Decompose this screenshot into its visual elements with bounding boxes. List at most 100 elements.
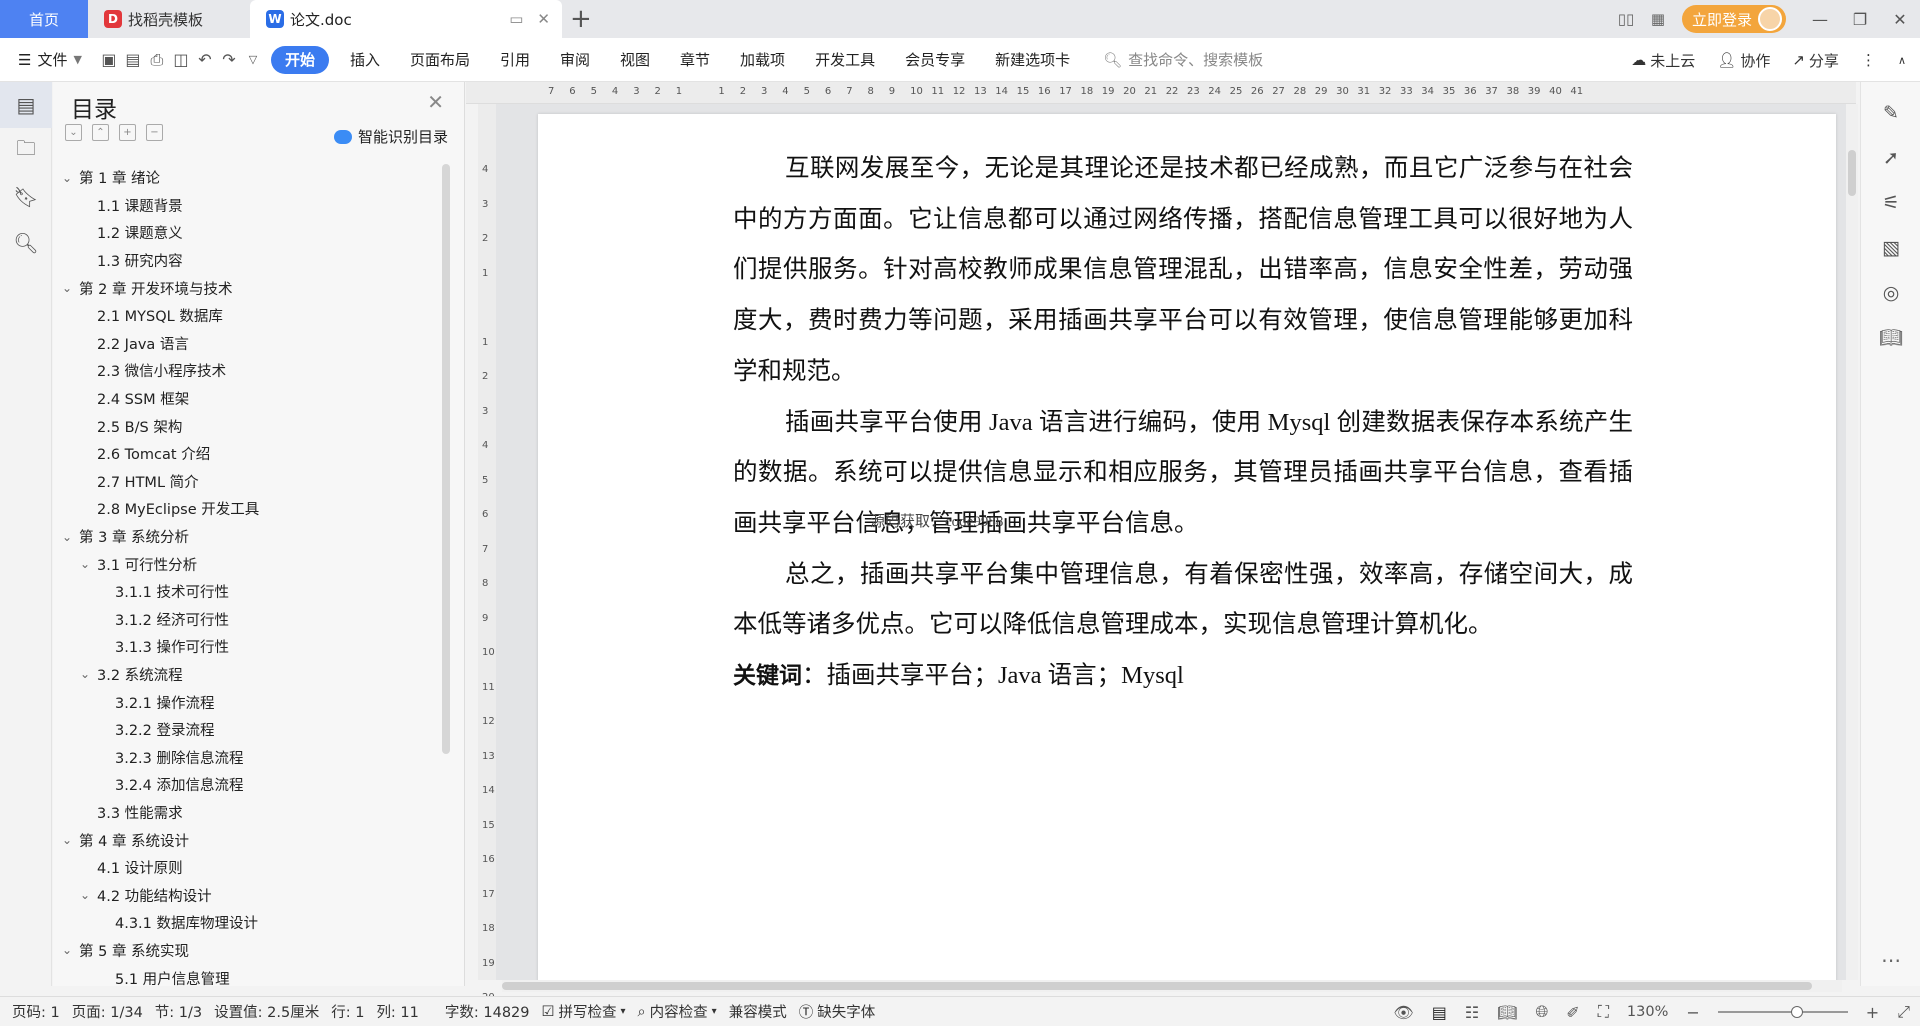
word-count[interactable]: 字数: 14829 [445,1001,530,1022]
fullscreen-icon[interactable]: ⤢ [1897,1002,1910,1022]
fit-page-icon[interactable]: ⛶ [1598,1002,1609,1022]
web-view-icon[interactable]: 🌐︎ [1535,1002,1548,1022]
read-view-icon[interactable]: 📖︎ [1497,1003,1517,1022]
toc-item[interactable]: 2.1 MYSQL 数据库 [53,302,443,330]
collaborate-button[interactable]: 👤︎ 协作 [1717,50,1770,71]
chevron-down-icon[interactable]: ⌄ [59,943,75,957]
tab-addins[interactable]: 加载项 [725,38,800,82]
horizontal-scroll-thumb[interactable] [502,982,1812,990]
more-icon[interactable]: ⋯ [1861,948,1920,972]
page-count[interactable]: 页面: 1/34 [72,1001,143,1022]
toc-item[interactable]: ⌄ 第 3 章 系统分析 [53,523,443,551]
tab-start[interactable]: 开始 [270,45,329,74]
vertical-ruler[interactable]: 43211234567891011121314151617181920 [478,104,496,1003]
toc-item[interactable]: ⌄ 4.2 功能结构设计 [53,881,443,909]
chevron-down-icon[interactable]: ⌄ [59,171,75,185]
collapse-all-icon[interactable]: ⌃ [92,124,109,141]
toc-item[interactable]: ⌄ 第 2 章 开发环境与技术 [53,274,443,302]
toc-item[interactable]: 2.5 B/S 架构 [53,412,443,440]
tab-chapter[interactable]: 章节 [665,38,725,82]
setting-value[interactable]: 设置值: 2.5厘米 [214,1001,319,1022]
toc-item[interactable]: 2.2 Java 语言 [53,330,443,358]
toc-item[interactable]: 2.3 微信小程序技术 [53,357,443,385]
undo-icon[interactable]: ↶ [193,48,217,72]
toc-item[interactable]: 2.4 SSM 框架 [53,385,443,413]
toc-item[interactable]: 1.2 课题意义 [53,219,443,247]
content-check-button[interactable]: ⌕ 内容检查 ▾ [638,1001,717,1022]
command-search-input[interactable]: 🔍︎ 查找命令、搜索模板 [1103,49,1263,70]
select-cursor-icon[interactable]: ➚ [1861,135,1920,180]
tab-developer[interactable]: 开发工具 [800,38,890,82]
print-preview-icon[interactable]: ◫ [169,48,193,72]
redo-icon[interactable]: ↷ [217,48,241,72]
tab-document[interactable]: W 论文.doc ▭ ✕ [250,0,562,38]
write-mode-icon[interactable]: ✐ [1566,1003,1579,1022]
toc-item[interactable]: 3.2.3 删除信息流程 [53,743,443,771]
horizontal-scrollbar[interactable] [502,980,1842,992]
compat-mode[interactable]: 兼容模式 [729,1001,787,1022]
paragraph[interactable]: 插画共享平台使用 Java 语言进行编码，使用 Mysql 创建数据表保存本系统… [733,398,1633,550]
tab-page-layout[interactable]: 页面布局 [395,38,485,82]
zoom-out-icon[interactable]: − [1686,1003,1699,1022]
toc-item[interactable]: 3.1.2 经济可行性 [53,606,443,634]
toc-item[interactable]: ⌄ 第 5 章 系统实现 [53,937,443,965]
file-menu[interactable]: ☰ 文件 ▼ [0,38,97,82]
pen-icon[interactable]: ✎ [1861,90,1920,135]
find-icon[interactable]: 🔍︎ [0,220,52,266]
tab-member[interactable]: 会员专享 [890,38,980,82]
vertical-scroll-thumb[interactable] [1848,150,1856,196]
location-icon[interactable]: ◎ [1861,270,1920,315]
toc-item[interactable]: 2.6 Tomcat 介绍 [53,440,443,468]
minimize-icon[interactable]: — [1800,10,1840,29]
share-button[interactable]: ↗ 分享 [1792,50,1839,71]
adjust-icon[interactable]: ⚟ [1861,180,1920,225]
new-tab-button[interactable]: + [570,4,592,34]
chevron-down-icon[interactable]: ⌄ [77,667,93,681]
collapse-ribbon-icon[interactable]: ∧ [1898,54,1906,67]
login-button[interactable]: 立即登录 [1681,5,1786,33]
zoom-slider[interactable] [1717,1006,1848,1018]
expand-all-icon[interactable]: ⌄ [65,124,82,141]
toc-scrollbar[interactable] [442,164,450,754]
vertical-scrollbar[interactable] [1846,104,1858,980]
tab-template[interactable]: D 找稻壳模板 [90,0,250,38]
toc-item[interactable]: 3.2.2 登录流程 [53,716,443,744]
cloud-status-button[interactable]: ☁ 未上云 [1631,50,1695,71]
smart-toc-button[interactable]: 智能识别目录 [333,126,448,147]
paragraph[interactable]: 总之，插画共享平台集中管理信息，有着保密性强，效率高，存储空间大，成本低等诸多优… [733,550,1633,651]
restore-icon[interactable]: ❐ [1840,10,1880,29]
toc-item[interactable]: 1.3 研究内容 [53,247,443,275]
tab-references[interactable]: 引用 [485,38,545,82]
customize-chevron-icon[interactable]: ▽ [241,48,265,72]
toc-item[interactable]: ⌄ 第 1 章 绪论 [53,164,443,192]
toc-item[interactable]: 3.2.1 操作流程 [53,688,443,716]
close-window-icon[interactable]: ✕ [1880,10,1920,29]
document-page[interactable]: 互联网发展至今，无论是其理论还是技术都已经成熟，而且它广泛参与在社会中的方方面面… [538,114,1836,980]
bookmark-icon[interactable]: 🔖︎ [0,174,52,220]
tab-new-tab[interactable]: 新建选项卡 [980,38,1085,82]
toc-nav-icon[interactable]: ▤ [0,82,52,128]
close-tab-icon[interactable]: ✕ [537,10,550,28]
zoom-in-icon[interactable]: + [1866,1003,1879,1022]
horizontal-ruler[interactable]: 7 6 5 4 3 2 1 1 2 3 4 5 6 7 8 9 10 11 12 13 14 15 16 17 18 19 20 21… [466,82,1856,104]
missing-font-button[interactable]: Ⓣ 缺失字体 [799,1001,876,1022]
image-icon[interactable]: ▧ [1861,225,1920,270]
toc-item[interactable]: 3.1.3 操作可行性 [53,633,443,661]
page-code[interactable]: 页码: 1 [12,1001,60,1022]
tab-home[interactable]: 首页 [0,0,88,38]
spell-check-button[interactable]: ☑ 拼写检查 ▾ [542,1001,626,1022]
toc-item[interactable]: 1.1 课题背景 [53,192,443,220]
toc-item[interactable]: ⌄ 第 4 章 系统设计 [53,826,443,854]
toc-item[interactable]: 2.7 HTML 简介 [53,468,443,496]
chevron-down-icon[interactable]: ⌄ [77,557,93,571]
section-count[interactable]: 节: 1/3 [155,1001,202,1022]
export-pdf-icon[interactable]: ▤ [121,48,145,72]
toc-item[interactable]: 4.1 设计原则 [53,854,443,882]
keywords-line[interactable]: 关键词：插画共享平台；Java 语言；Mysql [733,651,1633,702]
toc-item[interactable]: 3.1.1 技术可行性 [53,578,443,606]
document-body[interactable]: 互联网发展至今，无论是其理论还是技术都已经成熟，而且它广泛参与在社会中的方方面面… [733,144,1633,702]
zoom-level[interactable]: 130% [1627,1004,1668,1020]
remove-heading-icon[interactable]: − [146,124,163,141]
row-position[interactable]: 行: 1 [331,1001,364,1022]
chevron-down-icon[interactable]: ⌄ [59,833,75,847]
